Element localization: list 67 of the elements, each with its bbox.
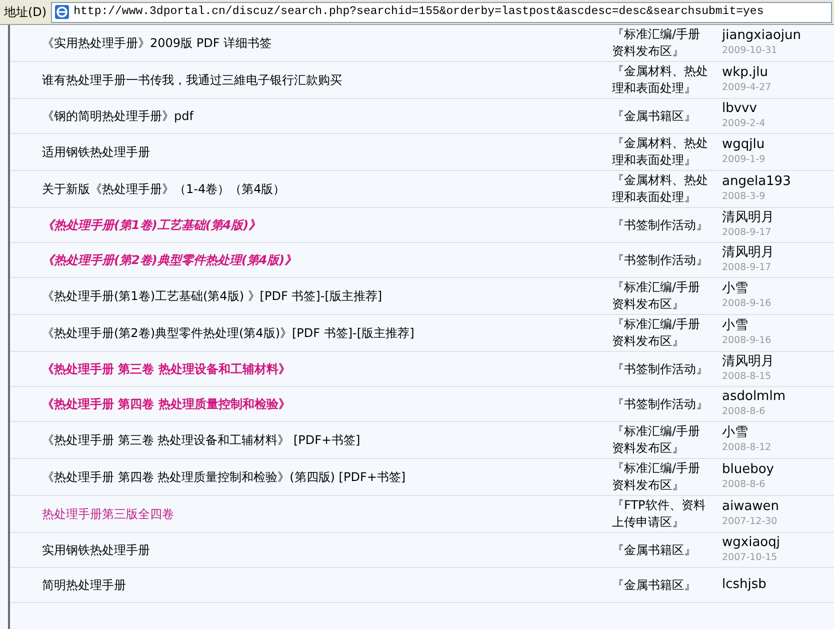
thread-title-link[interactable]: 适用钢铁热处理手册 — [42, 145, 150, 159]
post-date: 2008-8-12 — [722, 441, 772, 455]
author-link[interactable]: 小雪 — [722, 281, 834, 297]
post-date: 2009-1-9 — [722, 153, 766, 167]
author-link[interactable]: lbvvv — [722, 101, 834, 117]
forum-link[interactable]: 『标准汇编/手册资料发布区』 — [612, 316, 712, 350]
forum-link[interactable]: 『标准汇编/手册资料发布区』 — [612, 423, 712, 457]
forum-link[interactable]: 『金属材料、热处理和表面处理』 — [612, 172, 712, 206]
forum-link[interactable]: 『书签制作活动』 — [612, 396, 712, 412]
author-link[interactable]: wkp.jlu — [722, 65, 834, 81]
post-date: 2008-9-17 — [722, 261, 772, 275]
author-link[interactable]: wgqjlu — [722, 137, 834, 153]
post-date: 2008-9-16 — [722, 334, 772, 348]
thread-title-link[interactable]: 关于新版《热处理手册》（1-4卷）（第4版） — [42, 182, 286, 196]
author-link[interactable]: wgxiaoqj — [722, 535, 834, 551]
thread-title-link[interactable]: 《热处理手册(第2卷)典型零件热处理(第4版)》[PDF 书签]-[版主推荐] — [42, 326, 414, 340]
forum-link[interactable]: 『金属书籍区』 — [612, 108, 712, 124]
forum-link[interactable]: 『金属材料、热处理和表面处理』 — [612, 135, 712, 169]
thread-title-link[interactable]: 《钢的简明热处理手册》pdf — [42, 109, 194, 123]
author-link[interactable]: 清风明月 — [722, 210, 834, 226]
thread-title-link[interactable]: 《热处理手册 第三卷 热处理设备和工辅材料》 — [42, 362, 290, 376]
forum-link[interactable]: 『书签制作活动』 — [612, 360, 712, 378]
forum-link[interactable]: 『金属书籍区』 — [612, 576, 712, 594]
url-text: http://www.3dportal.cn/discuz/search.php?searchid=155&orderby=lastpost&ascdesc=desc&searchsubmit=yes — [74, 4, 764, 20]
thread-title-link[interactable]: 实用钢铁热处理手册 — [42, 543, 150, 557]
thread-title-link[interactable]: 谁有热处理手册一书传我，我通过三維电子银行汇款购买 — [42, 73, 342, 87]
forum-link[interactable]: 『FTP软件、资料上传申请区』 — [612, 497, 712, 531]
author-link[interactable]: 小雪 — [722, 425, 834, 441]
author-link[interactable]: 清风明月 — [722, 245, 834, 261]
thread-title-link[interactable]: 《热处理手册(第1卷)工艺基础(第4版) 》[PDF 书签]-[版主推荐] — [42, 289, 382, 303]
forum-link[interactable]: 『金属书籍区』 — [612, 542, 712, 558]
author-link[interactable]: asdolmlm — [722, 389, 834, 405]
author-link[interactable]: angela193 — [722, 174, 834, 190]
post-date: 2008-9-16 — [722, 297, 772, 311]
author-link[interactable]: lcshjsb — [722, 577, 834, 593]
thread-title-link[interactable]: 《热处理手册 第四卷 热处理质量控制和检验》 — [42, 397, 290, 411]
post-date: 2007-10-15 — [722, 551, 778, 565]
address-label: 地址(D) — [3, 4, 48, 21]
author-link[interactable]: 清风明月 — [722, 354, 834, 370]
post-date: 2008-9-17 — [722, 226, 772, 240]
thread-title-link[interactable]: 热处理手册第三版全四卷 — [42, 507, 174, 521]
forum-link[interactable]: 『书签制作活动』 — [612, 216, 712, 234]
post-date: 2009-2-4 — [722, 117, 766, 131]
thread-title-link[interactable]: 《热处理手册 第三卷 热处理设备和工辅材料》 [PDF+书签] — [42, 433, 360, 447]
author-link[interactable]: aiwawen — [722, 499, 834, 515]
author-link[interactable]: blueboy — [722, 462, 834, 478]
thread-title-link[interactable]: 《热处理手册 第四卷 热处理质量控制和检验》(第四版) [PDF+书签] — [42, 470, 406, 484]
post-date: 2009-4-27 — [722, 81, 772, 95]
thread-title-link[interactable]: 《实用热处理手册》2009版 PDF 详细书签 — [42, 36, 272, 50]
post-date: 2009-10-31 — [722, 44, 778, 58]
thread-title-link[interactable]: 简明热处理手册 — [42, 578, 126, 592]
forum-link[interactable]: 『标准汇编/手册资料发布区』 — [612, 460, 712, 494]
author-link[interactable]: 小雪 — [722, 318, 834, 334]
forum-link[interactable]: 『标准汇编/手册资料发布区』 — [612, 26, 712, 60]
post-date: 2008-8-6 — [722, 405, 766, 419]
thread-title-link[interactable]: 《热处理手册(第1卷)工艺基础(第4版)》 — [42, 218, 261, 232]
author-link[interactable]: jiangxiaojun — [722, 28, 834, 44]
forum-link[interactable]: 『书签制作活动』 — [612, 252, 712, 268]
post-date: 2008-3-9 — [722, 190, 766, 204]
post-date: 2008-8-6 — [722, 478, 766, 492]
forum-link[interactable]: 『金属材料、热处理和表面处理』 — [612, 63, 712, 97]
address-field[interactable]: http://www.3dportal.cn/discuz/search.php?searchid=155&orderby=lastpost&ascdesc=desc&searchsubmit=yes — [50, 2, 832, 22]
post-date: 2007-12-30 — [722, 515, 778, 529]
thread-title-link[interactable]: 《热处理手册(第2卷)典型零件热处理(第4版)》 — [42, 253, 297, 267]
forum-link[interactable]: 『标准汇编/手册资料发布区』 — [612, 279, 712, 313]
post-date: 2008-8-15 — [722, 370, 772, 384]
browser-icon — [54, 4, 70, 20]
